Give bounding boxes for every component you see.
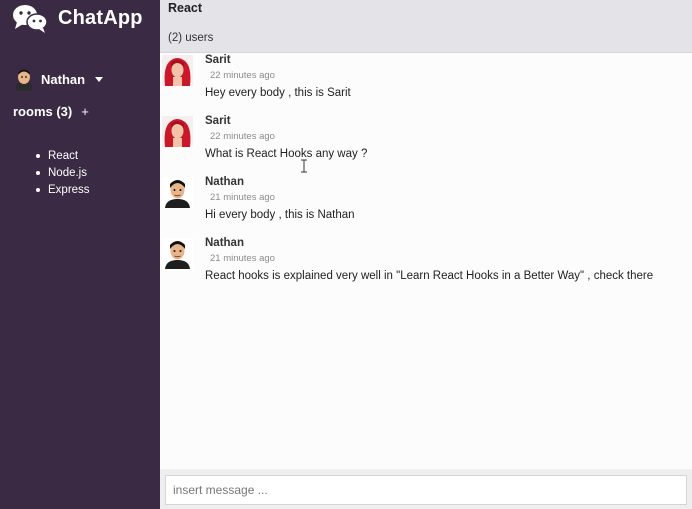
user-count: (2) users bbox=[168, 32, 214, 44]
cartoon-man-avatar-icon bbox=[162, 238, 193, 269]
brand: ChatApp bbox=[12, 2, 143, 34]
room-list: React Node.js Express bbox=[36, 147, 90, 198]
bullet-icon bbox=[36, 170, 40, 175]
message-time: 21 minutes ago bbox=[210, 253, 275, 264]
message-author: Nathan bbox=[205, 237, 244, 249]
user-menu-toggle[interactable]: Nathan bbox=[14, 67, 104, 91]
current-user-name: Nathan bbox=[41, 71, 86, 87]
message-text: What is React Hooks any way ? bbox=[205, 148, 368, 160]
message-text: React hooks is explained very well in "L… bbox=[205, 270, 654, 282]
app-title: ChatApp bbox=[58, 6, 143, 29]
wechat-bubbles-icon bbox=[13, 5, 48, 33]
room-item-express[interactable]: Express bbox=[36, 181, 90, 198]
cartoon-man-avatar-icon bbox=[162, 177, 193, 208]
message-time: 22 minutes ago bbox=[210, 70, 275, 81]
user-avatar-icon bbox=[16, 69, 32, 91]
message-item: Nathan 21 minutes ago React hooks is exp… bbox=[160, 236, 692, 294]
sidebar: ChatApp Nathan rooms (3) + React Node.js… bbox=[0, 0, 160, 509]
message-item: Sarit 22 minutes ago Hey every body , th… bbox=[160, 53, 692, 111]
message-item: Nathan 21 minutes ago Hi every body , th… bbox=[160, 175, 692, 233]
room-header: React (2) users bbox=[160, 0, 692, 53]
room-title: React bbox=[168, 1, 203, 15]
room-item-react[interactable]: React bbox=[36, 147, 90, 164]
red-hair-woman-avatar-icon bbox=[162, 116, 193, 147]
message-author: Nathan bbox=[205, 176, 244, 188]
room-label: React bbox=[48, 149, 79, 162]
room-label: Node.js bbox=[48, 166, 87, 179]
message-text: Hey every body , this is Sarit bbox=[205, 87, 351, 99]
bullet-icon bbox=[36, 153, 40, 158]
bullet-icon bbox=[36, 187, 40, 192]
chat-app: ChatApp Nathan rooms (3) + React Node.js… bbox=[0, 0, 692, 509]
message-composer bbox=[160, 469, 692, 509]
rooms-header: rooms (3) + bbox=[13, 104, 89, 119]
message-time: 21 minutes ago bbox=[210, 192, 275, 203]
room-item-nodejs[interactable]: Node.js bbox=[36, 164, 90, 181]
caret-down-icon bbox=[95, 76, 104, 82]
message-input[interactable] bbox=[165, 475, 687, 505]
message-author: Sarit bbox=[205, 115, 231, 127]
message-text: Hi every body , this is Nathan bbox=[205, 209, 355, 221]
message-author: Sarit bbox=[205, 54, 231, 66]
message-item: Sarit 22 minutes ago What is React Hooks… bbox=[160, 114, 692, 172]
message-time: 22 minutes ago bbox=[210, 131, 275, 142]
red-hair-woman-avatar-icon bbox=[162, 55, 193, 86]
message-list: Sarit 22 minutes ago Hey every body , th… bbox=[160, 53, 692, 469]
text-cursor-icon bbox=[301, 159, 307, 173]
rooms-label: rooms (3) bbox=[13, 104, 73, 119]
room-label: Express bbox=[48, 183, 90, 196]
add-room-button[interactable]: + bbox=[81, 104, 89, 119]
